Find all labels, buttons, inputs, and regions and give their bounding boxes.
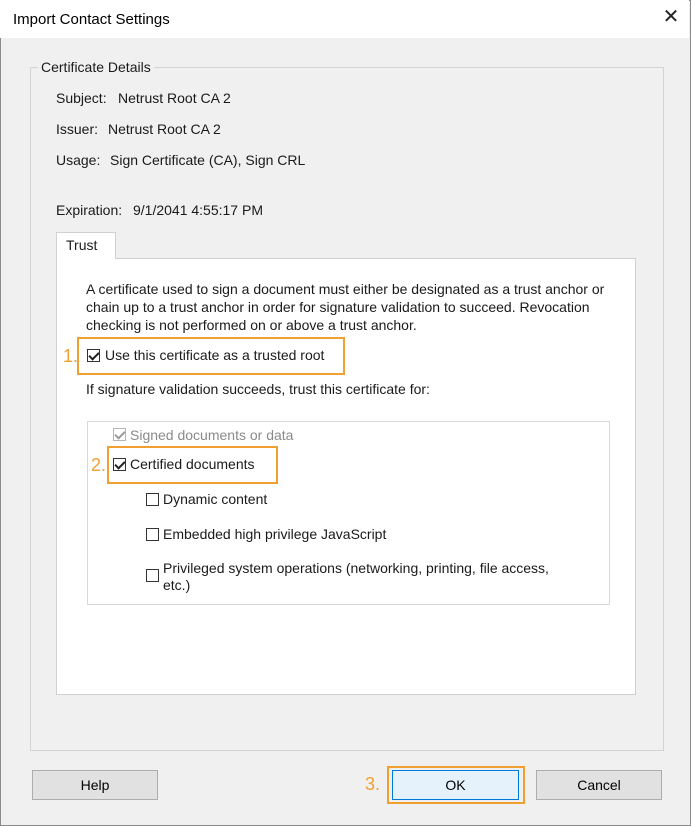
trust-description: A certificate used to sign a document mu…	[86, 280, 621, 334]
step-1-marker: 1.	[63, 346, 79, 366]
privileged-operations-checkbox[interactable]	[146, 569, 159, 582]
signed-documents-label: Signed documents or data	[130, 427, 294, 443]
signed-documents-checkbox[interactable]	[113, 428, 126, 441]
trusted-root-checkbox[interactable]	[87, 349, 100, 362]
certified-documents-checkbox[interactable]	[113, 458, 126, 471]
dynamic-content-checkbox[interactable]	[146, 493, 159, 506]
issuer-label: Issuer:	[56, 121, 99, 137]
subject-label: Subject:	[56, 90, 107, 106]
tab-trust[interactable]: Trust	[56, 232, 116, 259]
window-title: Import Contact Settings	[13, 11, 170, 28]
expiration-value: 9/1/2041 4:55:17 PM	[133, 202, 263, 218]
usage-label: Usage:	[56, 152, 101, 168]
expiration-label: Expiration:	[56, 202, 123, 218]
cancel-button[interactable]: Cancel	[536, 770, 662, 800]
certified-documents-label: Certified documents	[130, 456, 255, 472]
trust-description-line: chain up to a trust anchor in order for …	[86, 299, 590, 315]
help-button[interactable]: Help	[32, 770, 158, 800]
trust-description-line: A certificate used to sign a document mu…	[86, 281, 605, 297]
trusted-root-label: Use this certificate as a trusted root	[105, 347, 325, 363]
usage-value: Sign Certificate (CA), Sign CRL	[110, 152, 306, 168]
privileged-operations-label-line1: Privileged system operations (networking…	[163, 560, 549, 576]
step-3-marker: 3.	[365, 774, 381, 794]
privileged-operations-label-line2: etc.)	[163, 577, 191, 593]
tab-trust-label: Trust	[66, 237, 98, 253]
step-2-marker: 2.	[91, 455, 107, 475]
certificate-details-legend: Certificate Details	[38, 59, 154, 75]
ok-button[interactable]: OK	[392, 770, 519, 800]
issuer-value: Netrust Root CA 2	[108, 121, 221, 137]
subject-value: Netrust Root CA 2	[118, 90, 231, 106]
trust-description-line: checking is not performed on or above a …	[86, 317, 417, 333]
dynamic-content-label: Dynamic content	[163, 491, 268, 507]
trust-for-label: If signature validation succeeds, trust …	[86, 381, 430, 397]
javascript-label: Embedded high privilege JavaScript	[163, 526, 387, 542]
close-icon[interactable]: ✕	[660, 6, 682, 28]
javascript-checkbox[interactable]	[146, 528, 159, 541]
